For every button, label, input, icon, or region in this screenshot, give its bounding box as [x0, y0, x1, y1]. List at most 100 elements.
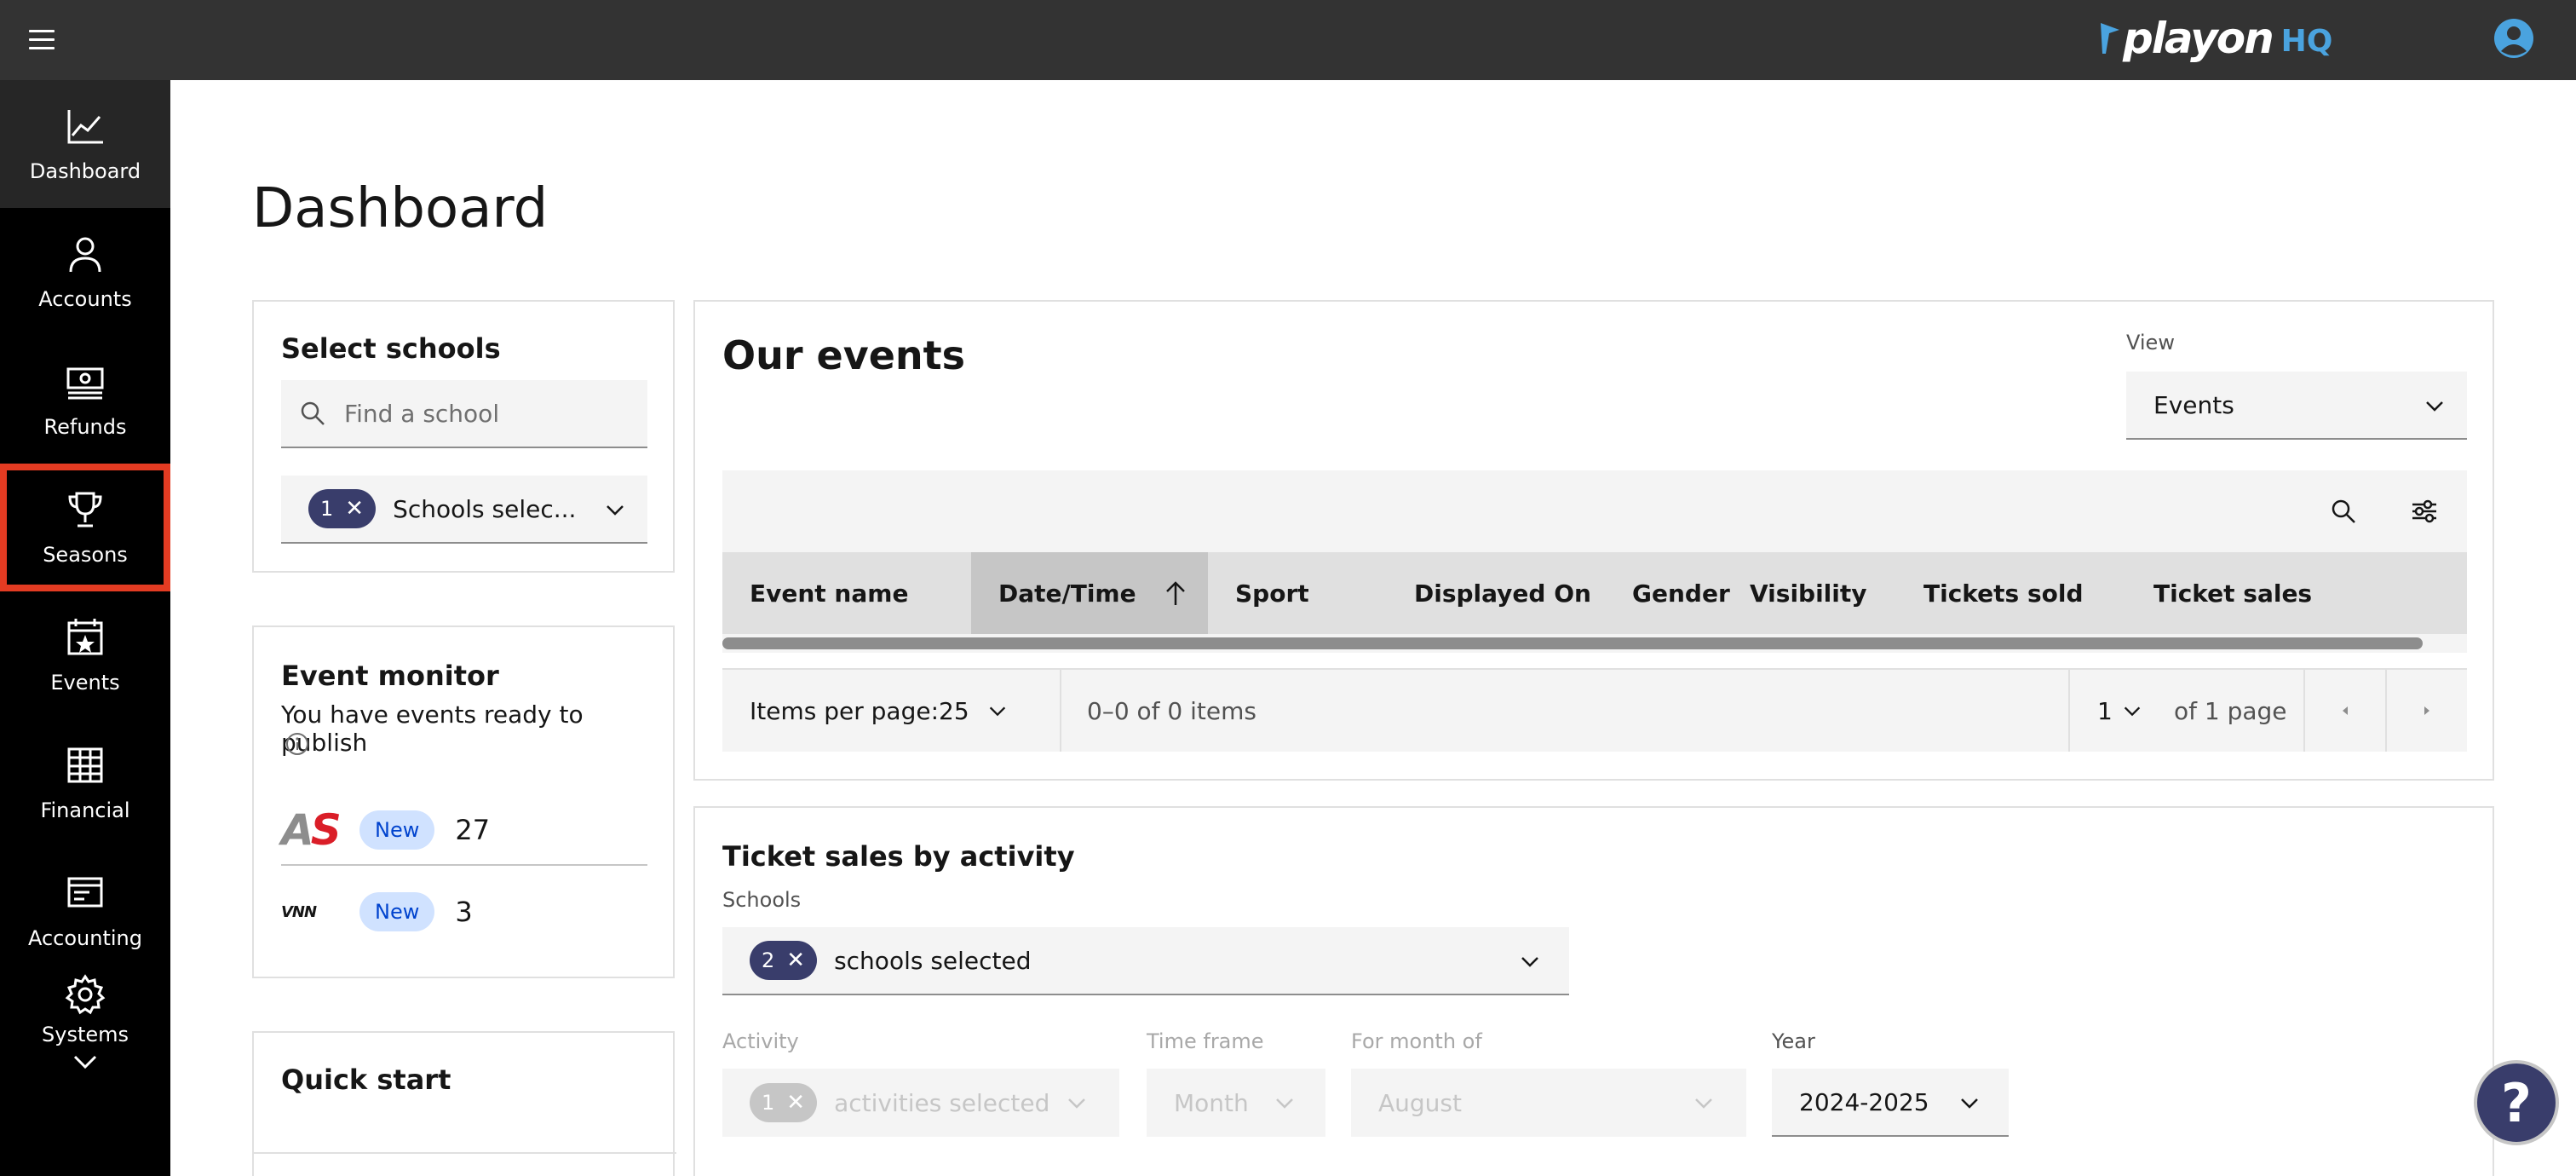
- activity-label: Activity: [722, 1029, 799, 1053]
- money-icon: [66, 367, 104, 400]
- nav-item-accounting[interactable]: Accounting: [0, 847, 170, 975]
- items-per-page-value: 25: [939, 696, 969, 725]
- timeframe-dropdown[interactable]: Month: [1147, 1069, 1325, 1137]
- ticket-sales-title: Ticket sales by activity: [722, 840, 1075, 873]
- clear-icon: ✕: [786, 1090, 806, 1115]
- table-header-row: Event name Date/Time Sport Displayed On …: [722, 552, 2467, 634]
- event-count: 27: [455, 814, 491, 846]
- horizontal-scrollbar-thumb[interactable]: [722, 637, 2423, 649]
- nav-label: Events: [50, 671, 120, 695]
- chevron-down-icon: [1068, 1098, 1085, 1109]
- chevron-down-icon: [989, 706, 1005, 717]
- chevron-down-icon: [1276, 1098, 1293, 1109]
- chevron-down-icon: [1695, 1098, 1712, 1109]
- user-avatar-icon[interactable]: [2493, 17, 2535, 60]
- quick-start-card: Quick start: [252, 1031, 676, 1176]
- month-dropdown[interactable]: August: [1351, 1069, 1746, 1137]
- view-label: View: [2126, 331, 2175, 355]
- items-per-page-label: Items per page:: [750, 696, 940, 725]
- side-nav: Dashboard Accounts Refunds Seasons Event…: [0, 80, 170, 1176]
- nav-label: Dashboard: [29, 159, 141, 183]
- column-header-sport[interactable]: Sport: [1235, 552, 1309, 634]
- school-search[interactable]: [281, 380, 647, 448]
- page-select[interactable]: 1: [2097, 670, 2165, 752]
- settings-adjust-icon[interactable]: [2411, 498, 2438, 525]
- tag-count: 2: [762, 948, 775, 972]
- event-monitor-title: Event monitor: [281, 660, 499, 692]
- schools-label: Schools: [722, 888, 802, 912]
- chevron-down-icon: [73, 1055, 97, 1069]
- search-input[interactable]: [344, 399, 647, 428]
- nav-label: Seasons: [43, 543, 128, 567]
- month-label: For month of: [1351, 1029, 1482, 1053]
- playon-flag-icon: [2101, 23, 2119, 54]
- brand-logo[interactable]: playon HQ: [2097, 9, 2332, 68]
- event-monitor-card: Event monitor You have events ready to p…: [252, 625, 675, 978]
- calendar-star-icon: [67, 619, 103, 655]
- nav-item-seasons[interactable]: Seasons: [0, 464, 170, 591]
- quick-start-title: Quick start: [281, 1064, 451, 1096]
- selected-count-tag: 1 ✕: [750, 1083, 818, 1122]
- caret-left-icon: [2343, 706, 2348, 715]
- clear-icon[interactable]: ✕: [786, 948, 805, 973]
- nav-label: Systems: [42, 1023, 129, 1046]
- timeframe-label: Time frame: [1147, 1029, 1264, 1053]
- nav-item-systems[interactable]: Systems: [0, 966, 170, 1077]
- column-header-visibility[interactable]: Visibility: [1750, 552, 1867, 634]
- column-header-date-time[interactable]: Date/Time: [971, 552, 1208, 634]
- clear-icon[interactable]: ✕: [345, 496, 364, 522]
- selected-text: activities selected: [834, 1088, 1050, 1117]
- chevron-down-icon: [1521, 957, 1538, 967]
- chevron-down-icon: [1961, 1098, 1978, 1109]
- help-button[interactable]: ?: [2474, 1060, 2559, 1145]
- activity-multiselect[interactable]: 1 ✕ activities selected: [722, 1069, 1119, 1137]
- help-icon: ?: [2501, 1071, 2532, 1134]
- column-header-ticket-sales[interactable]: Ticket sales: [2153, 552, 2312, 634]
- brand-name: playon: [2123, 14, 2274, 63]
- prev-page-button[interactable]: [2305, 670, 2385, 752]
- event-monitor-row[interactable]: VNN New 3: [281, 879, 647, 944]
- nav-item-financial[interactable]: Financial: [0, 719, 170, 847]
- chart-line-icon: [67, 110, 103, 144]
- menu-icon[interactable]: [24, 23, 61, 57]
- search-icon[interactable]: [2331, 499, 2356, 524]
- column-header-gender[interactable]: Gender: [1632, 552, 1730, 634]
- nav-item-events[interactable]: Events: [0, 591, 170, 719]
- column-header-displayed-on[interactable]: Displayed On: [1414, 552, 1591, 634]
- search-icon: [301, 401, 325, 425]
- event-monitor-row[interactable]: AS New 27: [281, 796, 647, 866]
- column-header-event-name[interactable]: Event name: [750, 552, 908, 634]
- view-dropdown[interactable]: Events: [2126, 372, 2467, 440]
- user-icon: [69, 237, 101, 273]
- caret-right-icon: [2424, 706, 2429, 715]
- column-header-tickets-sold[interactable]: Tickets sold: [1923, 552, 2084, 634]
- divider: [2068, 670, 2070, 752]
- new-badge: New: [359, 810, 435, 850]
- selected-text: schools selected: [834, 946, 1032, 975]
- month-value: August: [1378, 1088, 1462, 1117]
- items-per-page-select[interactable]: 25: [939, 670, 1032, 752]
- nav-item-dashboard[interactable]: Dashboard: [0, 80, 170, 208]
- receipt-icon: [67, 877, 103, 908]
- nav-label: Refunds: [43, 415, 127, 439]
- event-count: 3: [455, 896, 473, 928]
- chevron-down-icon: [2426, 401, 2443, 412]
- nav-label: Accounting: [27, 926, 142, 950]
- next-page-button[interactable]: [2387, 670, 2467, 752]
- selected-text: Schools selec...: [393, 494, 577, 523]
- brand-suffix: HQ: [2280, 23, 2333, 59]
- tag-count: 1: [320, 497, 334, 521]
- selected-count-tag[interactable]: 1 ✕: [308, 489, 377, 528]
- year-dropdown[interactable]: 2024-2025: [1772, 1069, 2009, 1137]
- info-icon[interactable]: [285, 731, 310, 757]
- nav-label: Accounts: [38, 287, 132, 311]
- select-schools-title: Select schools: [281, 332, 501, 365]
- trophy-icon: [68, 492, 102, 527]
- nav-item-refunds[interactable]: Refunds: [0, 336, 170, 464]
- horizontal-scrollbar-track[interactable]: [722, 634, 2467, 653]
- nav-item-accounts[interactable]: Accounts: [0, 208, 170, 336]
- schools-multiselect[interactable]: 1 ✕ Schools selec...: [281, 476, 647, 544]
- schools-multiselect[interactable]: 2 ✕ schools selected: [722, 927, 1569, 995]
- selected-count-tag[interactable]: 2 ✕: [750, 941, 818, 980]
- our-events-card: Our events View Events Event name Date/T…: [693, 300, 2494, 781]
